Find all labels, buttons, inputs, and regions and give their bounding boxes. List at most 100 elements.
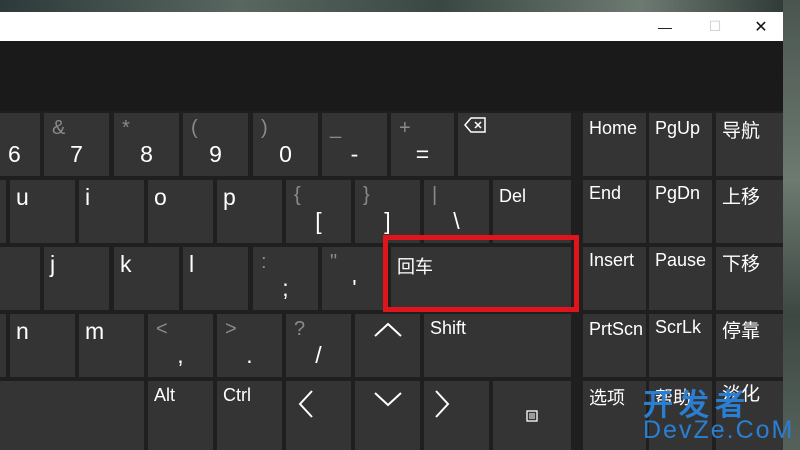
key-prtscn[interactable]: PrtScn	[583, 314, 646, 377]
key-label: '	[352, 275, 357, 301]
key-fade[interactable]: 淡化	[716, 381, 783, 450]
key-l[interactable]: l	[183, 247, 248, 310]
desktop-wallpaper-top	[0, 0, 800, 12]
key-label: Shift	[430, 318, 467, 338]
key-delete[interactable]: Del	[493, 180, 571, 243]
key-label: 淡化	[722, 384, 761, 405]
key-alt-label: )	[261, 117, 268, 139]
key-alt-label: >	[225, 318, 237, 340]
key-label: .	[246, 342, 253, 368]
key-alt-label: (	[191, 117, 198, 139]
key-alt-label: +	[399, 117, 411, 139]
key-comma[interactable]: < ,	[148, 314, 213, 377]
key-minus[interactable]: _ -	[322, 113, 387, 176]
key-label: l	[189, 251, 195, 277]
key-arrow-right[interactable]	[424, 381, 489, 450]
key-end[interactable]: End	[583, 180, 646, 243]
key-pause[interactable]: Pause	[649, 247, 712, 310]
key-backspace[interactable]	[458, 113, 571, 176]
key-backslash[interactable]: | \	[424, 180, 489, 243]
key-pgdn[interactable]: PgDn	[649, 180, 712, 243]
key-arrow-up[interactable]	[355, 314, 420, 377]
key-arrow-left[interactable]	[286, 381, 351, 450]
key-label: 选项	[589, 388, 625, 408]
on-screen-keyboard-window: — ☐ ✕ 6 & 7 * 8 ( 9 ) 0 _ - + = u i o p …	[0, 12, 783, 450]
key-alt-label: :	[261, 251, 267, 273]
key-label: n	[16, 318, 29, 344]
key-label: Del	[499, 186, 527, 206]
key-equals[interactable]: + =	[391, 113, 454, 176]
key-m[interactable]: m	[79, 314, 144, 377]
key-label: 8	[140, 141, 153, 167]
key-period[interactable]: > .	[217, 314, 282, 377]
key-0[interactable]: ) 0	[253, 113, 318, 176]
key-label: p	[223, 184, 236, 210]
arrow-down-icon	[355, 381, 420, 450]
key-space-left[interactable]	[0, 381, 144, 450]
key-label: ScrLk	[655, 317, 702, 337]
key-arrow-down[interactable]	[355, 381, 420, 450]
arrow-right-icon	[424, 381, 489, 450]
key-alt-label: |	[432, 184, 438, 206]
arrow-left-icon	[286, 381, 351, 450]
key-9[interactable]: ( 9	[183, 113, 248, 176]
key-slash[interactable]: ? /	[286, 314, 351, 377]
key-options[interactable]: 选项	[583, 381, 646, 450]
key-label: Pause	[655, 250, 707, 270]
key-ctrl[interactable]: Ctrl	[217, 381, 282, 450]
key-move-up[interactable]: 上移	[716, 180, 783, 243]
key-label: -	[350, 141, 359, 167]
key-label: End	[589, 183, 622, 203]
key-left-bracket[interactable]: { [	[286, 180, 351, 243]
key-label: 0	[279, 141, 292, 167]
key-label: ,	[177, 342, 184, 368]
key-u[interactable]: u	[10, 180, 75, 243]
key-quote[interactable]: " '	[322, 247, 387, 310]
key-shift[interactable]: Shift	[424, 314, 571, 377]
key-i[interactable]: i	[79, 180, 144, 243]
key-partial-left[interactable]	[0, 180, 6, 243]
key-label: Ctrl	[223, 385, 251, 405]
key-menu[interactable]	[493, 381, 571, 450]
key-o[interactable]: o	[148, 180, 213, 243]
key-6[interactable]: 6	[0, 113, 40, 176]
key-label: o	[154, 184, 167, 210]
key-partial-b[interactable]	[0, 314, 6, 377]
menu-icon	[493, 381, 571, 450]
key-8[interactable]: * 8	[114, 113, 179, 176]
key-label: /	[315, 342, 322, 368]
key-partial-h[interactable]	[0, 247, 40, 310]
key-semicolon[interactable]: : ;	[253, 247, 318, 310]
key-pgup[interactable]: PgUp	[649, 113, 712, 176]
key-navigate[interactable]: 导航	[716, 113, 783, 176]
backspace-icon	[464, 117, 486, 138]
key-label: k	[120, 251, 132, 277]
key-label: 帮助	[655, 388, 691, 408]
key-label: [	[315, 208, 322, 234]
key-insert[interactable]: Insert	[583, 247, 646, 310]
key-help[interactable]: 帮助	[649, 381, 712, 450]
key-scrlk[interactable]: ScrLk	[649, 314, 712, 377]
key-label: 7	[70, 141, 83, 167]
key-home[interactable]: Home	[583, 113, 646, 176]
key-label: PgUp	[655, 118, 701, 138]
key-enter[interactable]: 回车	[391, 247, 571, 310]
arrow-up-icon	[355, 314, 420, 377]
key-label: PgDn	[655, 183, 701, 203]
key-label: PrtScn	[589, 319, 644, 339]
key-n[interactable]: n	[10, 314, 75, 377]
key-7[interactable]: & 7	[44, 113, 109, 176]
key-dock[interactable]: 停靠	[716, 314, 783, 377]
key-label: 上移	[722, 187, 761, 208]
key-label: 导航	[722, 121, 761, 142]
key-k[interactable]: k	[114, 247, 179, 310]
key-alt-label: *	[122, 117, 130, 139]
key-alt[interactable]: Alt	[148, 381, 213, 450]
key-j[interactable]: j	[44, 247, 109, 310]
key-move-down[interactable]: 下移	[716, 247, 783, 310]
key-p[interactable]: p	[217, 180, 282, 243]
key-label: ]	[384, 208, 391, 234]
key-alt-label: "	[330, 251, 338, 273]
key-label: Alt	[154, 385, 176, 405]
key-right-bracket[interactable]: } ]	[355, 180, 420, 243]
